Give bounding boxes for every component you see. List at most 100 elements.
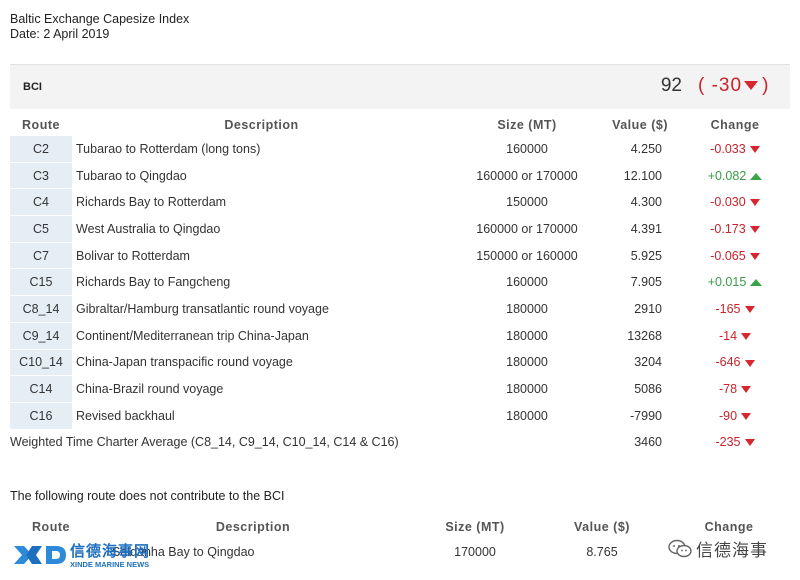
non-contributing-note: The following route does not contribute …	[10, 489, 285, 503]
route-size: 180000	[506, 382, 548, 397]
col-route: Route	[32, 520, 70, 534]
col-change: Change	[710, 118, 760, 132]
table-row: C15 Richards Bay to Fangcheng 160000 7.905 +…	[10, 268, 790, 297]
route-change: -14	[718, 328, 738, 343]
table-row: C7 Bolivar to Rotterdam 150000 or 160000 5.…	[10, 242, 790, 270]
route-change-cell: -646	[680, 349, 790, 376]
table-row: C4 Richards Bay to Rotterdam 150000 4.300 -0…	[10, 188, 790, 217]
route-code: C16	[10, 402, 72, 430]
watermark-name: 信德海事	[696, 541, 768, 560]
route-value: 8.765	[586, 545, 618, 559]
route-description: Revised backhaul	[76, 408, 175, 423]
table-row: C2 Tubarao to Rotterdam (long tons) 160000…	[10, 136, 790, 163]
route-code: C5	[10, 215, 72, 243]
route-size: 180000	[506, 328, 548, 343]
route-change: -165	[715, 301, 741, 316]
route-description: Tubarao to Rotterdam (long tons)	[76, 142, 261, 157]
route-change-cell: -14	[680, 322, 790, 349]
route-change: +0.015	[707, 275, 747, 290]
route-change: -0.065	[710, 248, 746, 263]
route-change: -0.033	[710, 142, 746, 157]
table-row: C14 China-Brazil round voyage 180000 5086 -7…	[10, 375, 790, 403]
col-route: Route	[22, 118, 60, 132]
watermark-subtitle: XINDE MARINE NEWS	[70, 560, 150, 569]
route-description: Richards Bay to Fangcheng	[76, 275, 231, 290]
table-row: C5 West Australia to Qingdao 160000 or 170…	[10, 215, 790, 243]
route-change: -78	[718, 382, 738, 397]
route-description: Continent/Mediterranean trip China-Japan	[76, 328, 309, 343]
route-size: 160000 or 170000	[476, 221, 578, 236]
col-size: Size (MT)	[445, 520, 505, 534]
route-code: C3	[10, 162, 72, 190]
route-size: 180000	[506, 408, 548, 423]
route-change: +0.082	[707, 168, 747, 183]
up-arrow-icon	[750, 172, 763, 180]
route-size: 150000	[506, 195, 548, 210]
route-description: Richards Bay to Rotterdam	[76, 195, 227, 210]
wechat-watermark: 信德海事	[668, 536, 793, 564]
route-change-cell: -78	[680, 376, 790, 403]
down-arrow-icon	[741, 332, 752, 340]
watermark-logo: 信德海事网 XINDE MARINE NEWS	[12, 540, 162, 572]
index-title: Baltic Exchange Capesize Index	[10, 12, 190, 26]
route-code: C8_14	[10, 295, 72, 323]
route-description: Tubarao to Qingdao	[76, 168, 187, 183]
xinde-logo-icon	[14, 546, 66, 564]
route-code: C9_14	[10, 322, 72, 350]
route-description: Bolivar to Rotterdam	[76, 248, 190, 263]
table-row: C10_14 China-Japan transpacific round voy…	[10, 349, 790, 377]
route-code: C2	[10, 136, 72, 163]
page-header: Baltic Exchange Capesize Index Date: 2 A…	[10, 12, 189, 42]
col-description: Description	[224, 118, 299, 132]
table-header-row: Route Description Size (MT) Value ($) Ch…	[10, 516, 790, 538]
route-code: C7	[10, 242, 72, 270]
routes-table: Route Description Size (MT) Value ($) Ch…	[10, 114, 790, 455]
down-arrow-icon	[741, 412, 752, 420]
col-change: Change	[704, 520, 754, 534]
col-value: Value ($)	[574, 520, 630, 534]
route-change: -0.173	[710, 221, 746, 236]
route-value: 4.391	[630, 221, 662, 236]
table-header-row: Route Description Size (MT) Value ($) Ch…	[10, 114, 790, 136]
route-change: -0.030	[710, 195, 746, 210]
wechat-icon	[668, 539, 692, 558]
route-change-cell: -0.030	[680, 189, 790, 216]
bci-label: BCI	[23, 81, 42, 93]
route-code: C10_14	[10, 349, 72, 377]
route-size: 160000 or 170000	[476, 168, 578, 183]
down-arrow-icon	[744, 81, 759, 91]
bci-change-value: ( -30	[698, 75, 743, 96]
route-description: West Australia to Qingdao	[76, 221, 221, 236]
route-change: -646	[715, 355, 741, 370]
route-value: 2910	[634, 301, 662, 316]
route-change-cell: -90	[680, 402, 790, 429]
average-change-cell: -235	[680, 429, 790, 455]
route-code: C15	[10, 268, 72, 297]
route-size: 180000	[506, 355, 548, 370]
average-change: -235	[715, 435, 741, 450]
col-description: Description	[215, 520, 291, 534]
down-arrow-icon	[749, 252, 760, 260]
route-value: -7990	[630, 408, 662, 423]
bci-summary-bar: BCI 92 ( -30)	[10, 64, 790, 109]
average-row: Weighted Time Charter Average (C8_14, C9…	[10, 429, 790, 455]
col-value: Value ($)	[612, 118, 668, 132]
route-change-cell: -0.173	[680, 216, 790, 243]
down-arrow-icon	[749, 199, 760, 207]
route-change-cell: +0.015	[680, 269, 790, 296]
route-value: 13268	[627, 328, 662, 343]
bci-value: 92	[660, 75, 682, 96]
route-size: 160000	[506, 142, 548, 157]
route-change-cell: -165	[680, 296, 790, 323]
up-arrow-icon	[750, 279, 763, 287]
route-size: 160000	[506, 275, 548, 290]
route-size: 170000	[454, 545, 496, 559]
route-change: -90	[718, 408, 738, 423]
bci-change: ( -30)	[698, 75, 769, 97]
route-size: 180000	[506, 301, 548, 316]
down-arrow-icon	[749, 226, 760, 234]
route-value: 4.300	[630, 195, 662, 210]
table-row: C3 Tubarao to Qingdao 160000 or 170000 12.1…	[10, 162, 790, 190]
down-arrow-icon	[749, 146, 760, 154]
route-value: 4.250	[630, 142, 662, 157]
